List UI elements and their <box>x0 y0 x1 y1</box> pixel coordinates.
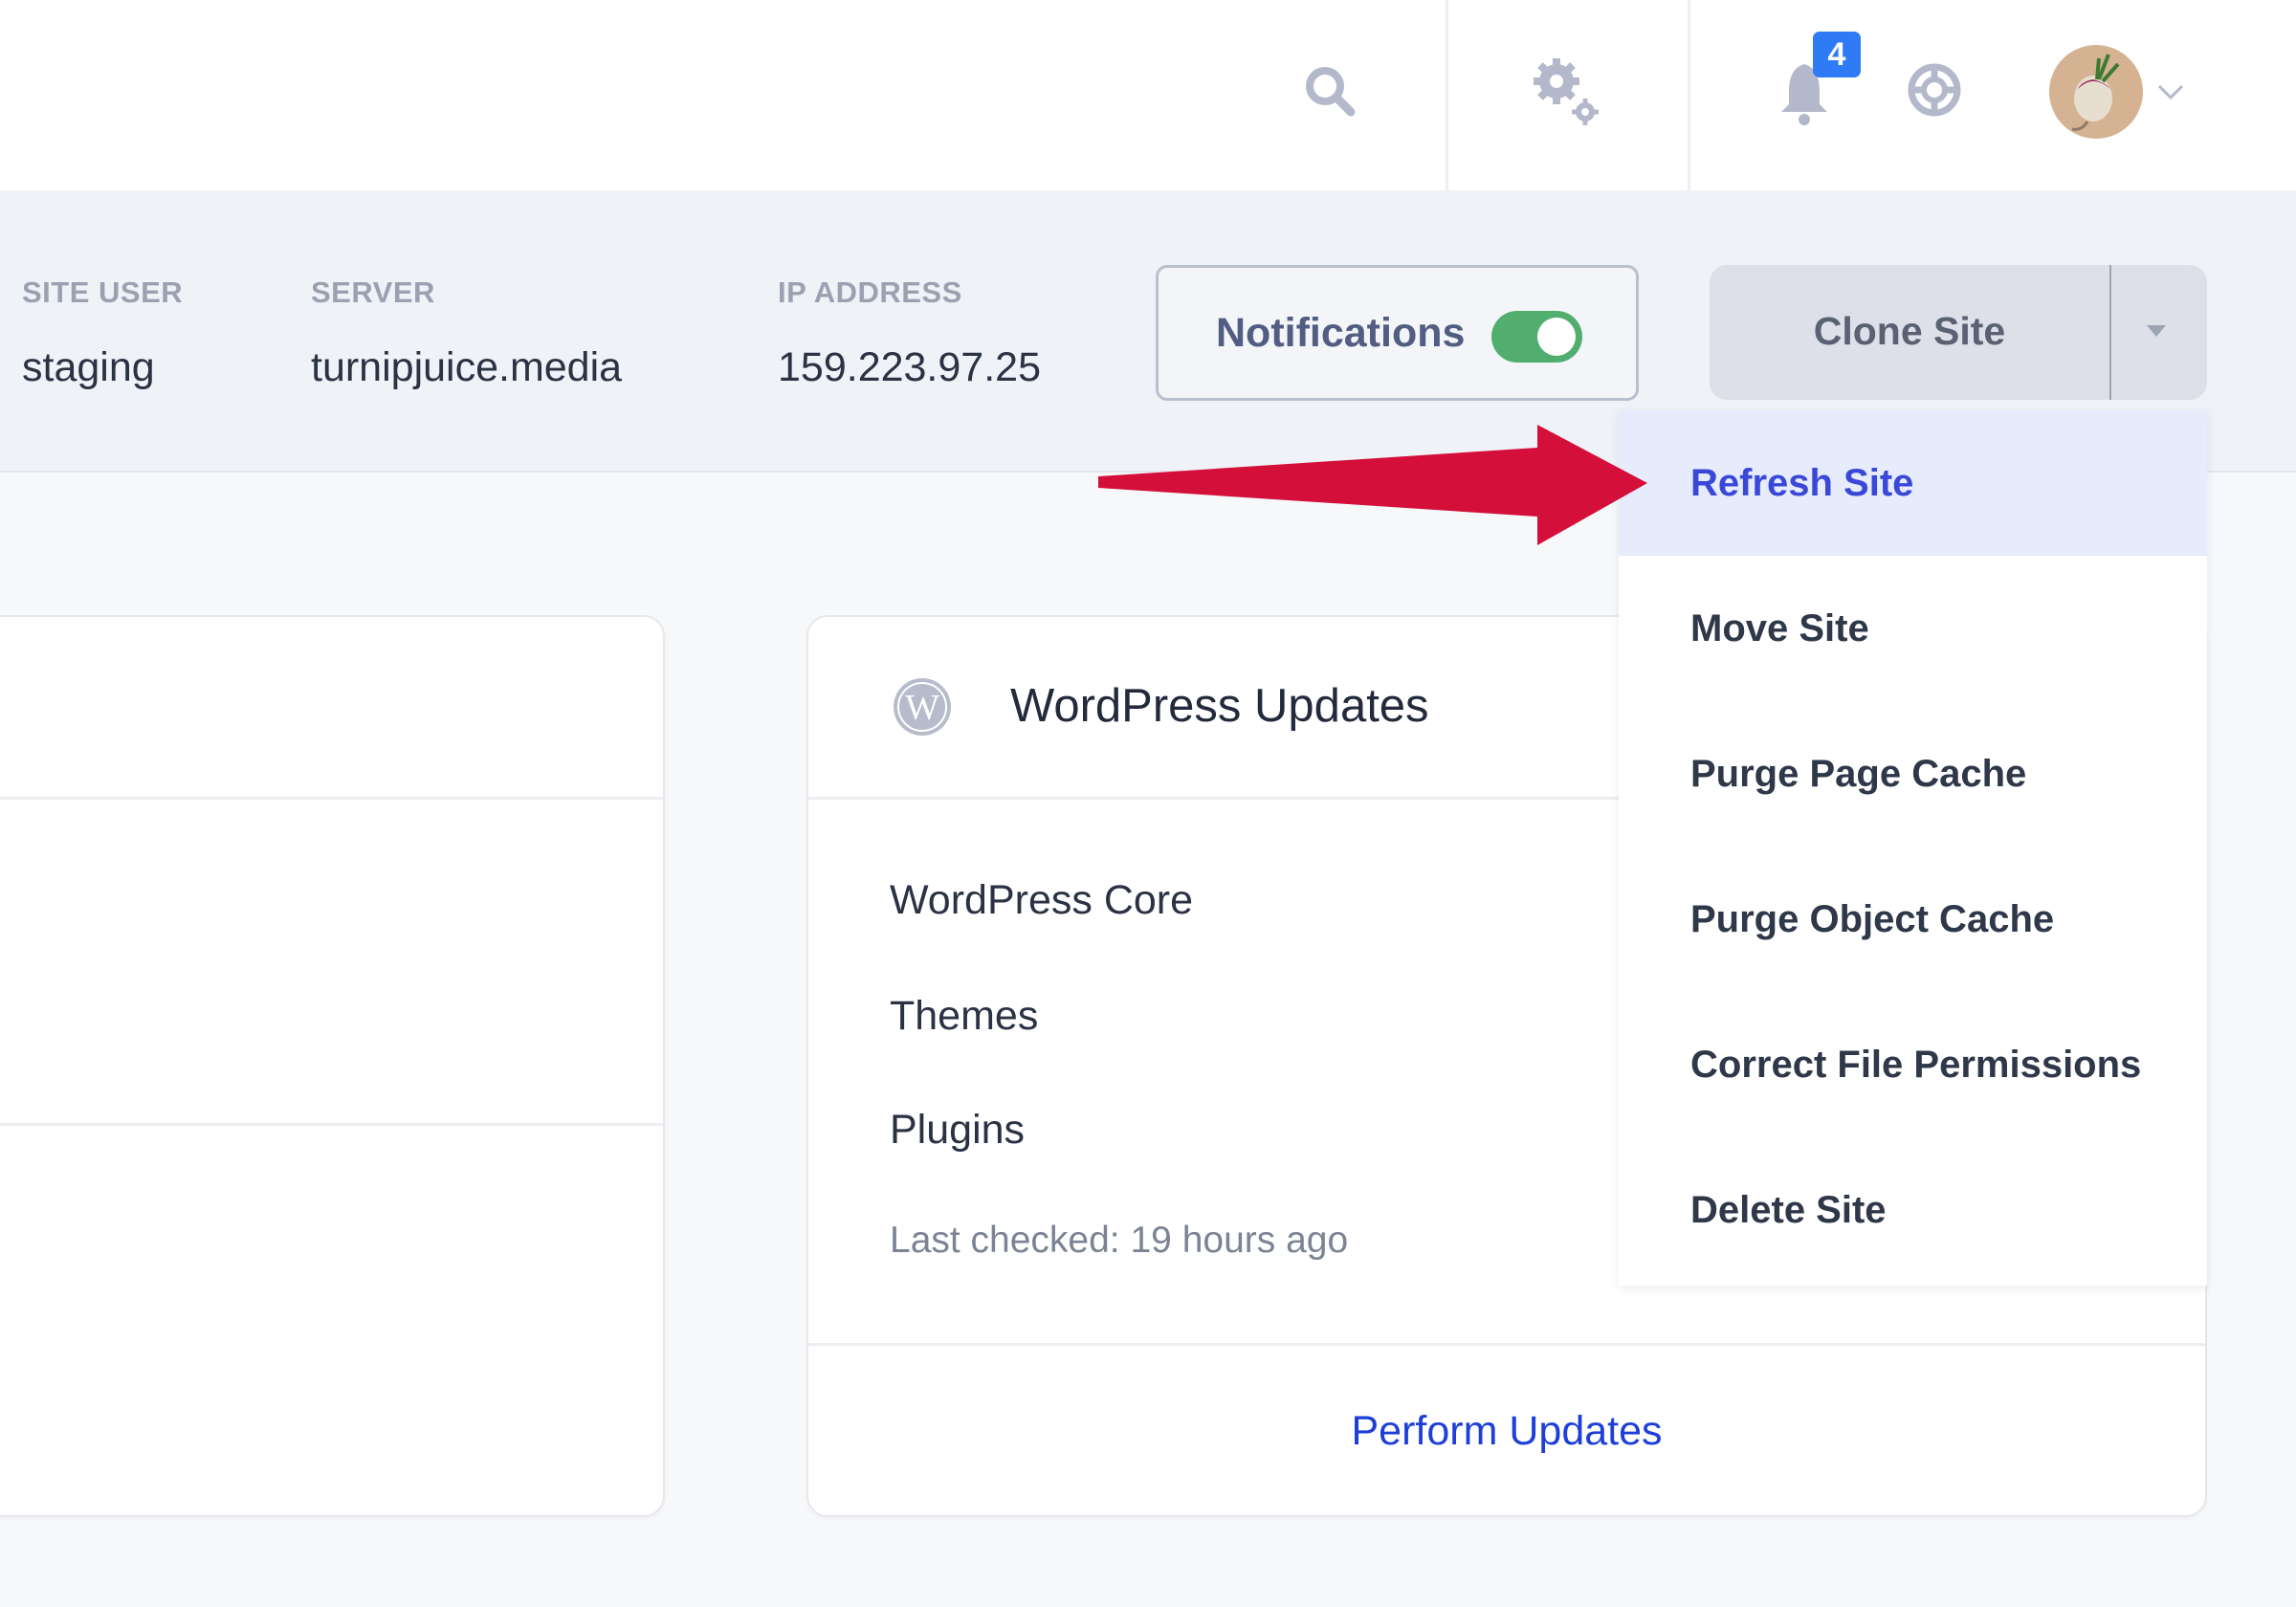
menu-item-move-site[interactable]: Move Site <box>1619 556 2207 701</box>
site-user-value: staging <box>22 344 155 390</box>
divider <box>1446 0 1448 190</box>
update-row-themes: Themes <box>890 993 1039 1039</box>
avatar[interactable] <box>2049 45 2143 139</box>
update-row-plugins: Plugins <box>890 1107 1026 1153</box>
server-label: SERVER <box>311 275 435 309</box>
left-card <box>0 615 665 1517</box>
clone-site-button[interactable]: Clone Site <box>1710 309 2109 354</box>
notifications-toggle[interactable] <box>1491 311 1582 363</box>
lifebuoy-icon[interactable] <box>1906 61 1963 119</box>
svg-text:W: W <box>905 688 939 728</box>
site-actions-dropdown: Refresh Site Move Site Purge Page Cache … <box>1619 410 2207 1286</box>
update-row-core: WordPress Core <box>890 877 1194 923</box>
toggle-knob <box>1537 318 1576 356</box>
gear-icon[interactable] <box>1528 55 1604 131</box>
wordpress-logo-icon: W <box>894 678 951 736</box>
top-header: 4 <box>0 0 2296 190</box>
ip-address-label: IP ADDRESS <box>778 275 962 309</box>
menu-item-purge-page-cache[interactable]: Purge Page Cache <box>1619 701 2207 847</box>
notification-count-badge: 4 <box>1813 32 1861 77</box>
card-title: WordPress Updates <box>1010 680 1429 732</box>
caret-down-icon[interactable] <box>2147 325 2166 337</box>
notifications-button[interactable]: Notifications <box>1156 265 1639 401</box>
notifications-label: Notifications <box>1216 310 1466 356</box>
server-value: turnipjuice.media <box>311 344 623 390</box>
divider <box>0 1123 663 1126</box>
site-user-label: SITE USER <box>22 275 184 309</box>
turnip-avatar-image <box>2071 54 2120 131</box>
menu-item-purge-object-cache[interactable]: Purge Object Cache <box>1619 847 2207 992</box>
menu-item-refresh-site[interactable]: Refresh Site <box>1619 410 2207 556</box>
divider <box>0 797 663 800</box>
perform-updates-link-text[interactable]: Perform Updates <box>1351 1408 1662 1454</box>
perform-updates-link: Perform Updates <box>806 1408 2207 1455</box>
chevron-down-icon[interactable] <box>2156 82 2185 101</box>
clone-site-split-button: Clone Site <box>1710 265 2207 400</box>
divider <box>808 1343 2205 1346</box>
menu-item-correct-file-permissions[interactable]: Correct File Permissions <box>1619 992 2207 1137</box>
divider <box>1688 0 1690 190</box>
divider <box>2109 265 2111 400</box>
menu-item-delete-site[interactable]: Delete Site <box>1619 1137 2207 1283</box>
ip-address-value: 159.223.97.25 <box>778 344 1041 390</box>
search-icon[interactable] <box>1301 62 1358 120</box>
last-checked-text: Last checked: 19 hours ago <box>890 1220 1349 1261</box>
